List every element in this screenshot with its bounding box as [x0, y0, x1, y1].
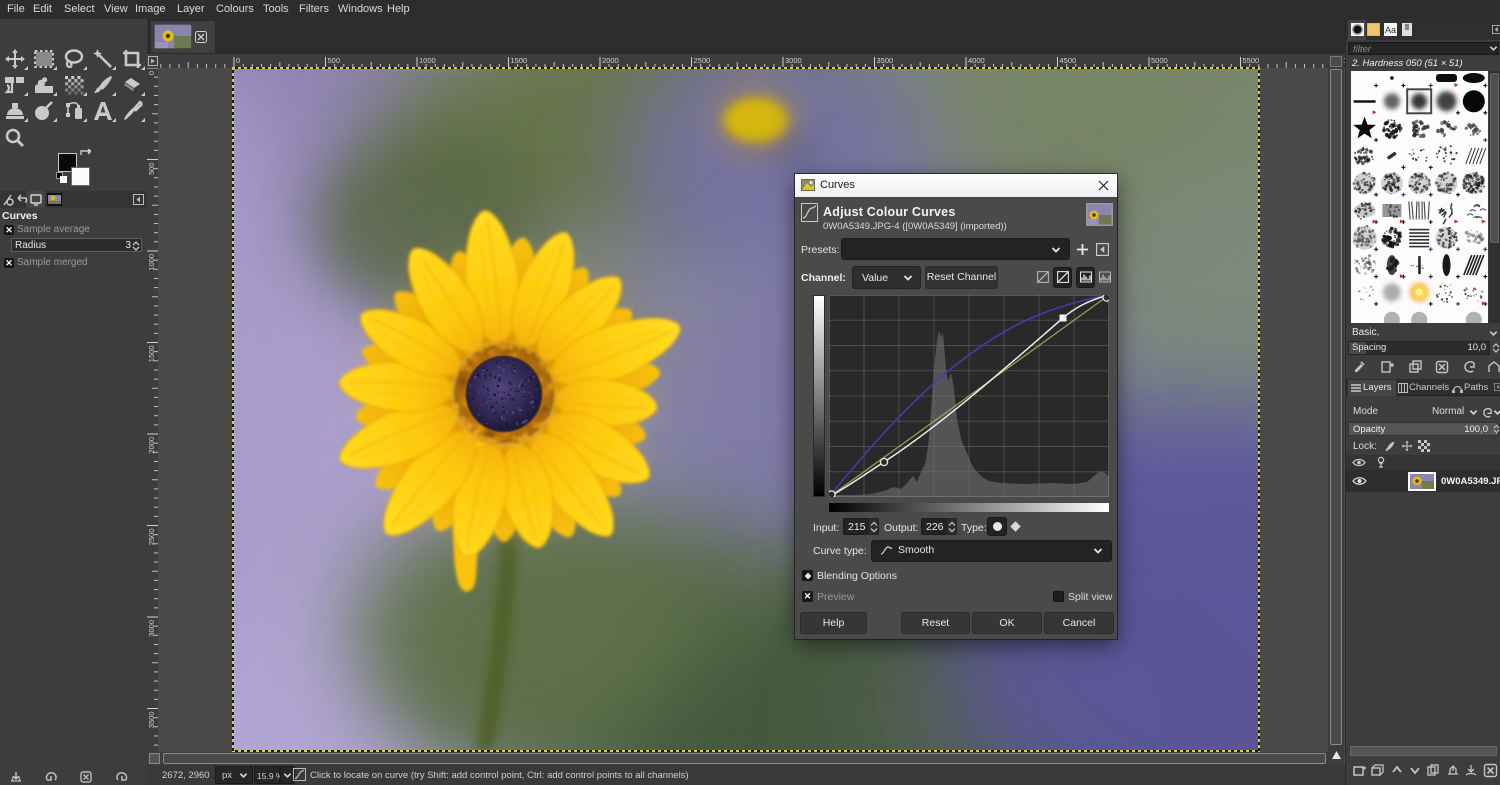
svg-text:4500: 4500	[1060, 56, 1077, 65]
svg-text:1000: 1000	[147, 254, 156, 271]
svg-text:5500: 5500	[1243, 56, 1260, 65]
svg-text:Aa: Aa	[1385, 25, 1396, 35]
svg-text:2000: 2000	[147, 437, 156, 454]
svg-text:3500: 3500	[877, 56, 894, 65]
svg-text:3000: 3000	[147, 620, 156, 637]
svg-text:1500: 1500	[511, 56, 528, 65]
svg-text:3500: 3500	[147, 712, 156, 729]
svg-text:2000: 2000	[602, 56, 619, 65]
svg-text:5000: 5000	[1151, 56, 1168, 65]
svg-text:3000: 3000	[785, 56, 802, 65]
svg-text:4000: 4000	[968, 56, 985, 65]
svg-text:1500: 1500	[147, 346, 156, 363]
svg-text:500: 500	[328, 56, 341, 65]
svg-text:2500: 2500	[147, 529, 156, 546]
svg-text:2500: 2500	[694, 56, 711, 65]
svg-text:0: 0	[147, 71, 156, 75]
svg-text:1000: 1000	[419, 56, 436, 65]
svg-text:0: 0	[236, 56, 240, 65]
